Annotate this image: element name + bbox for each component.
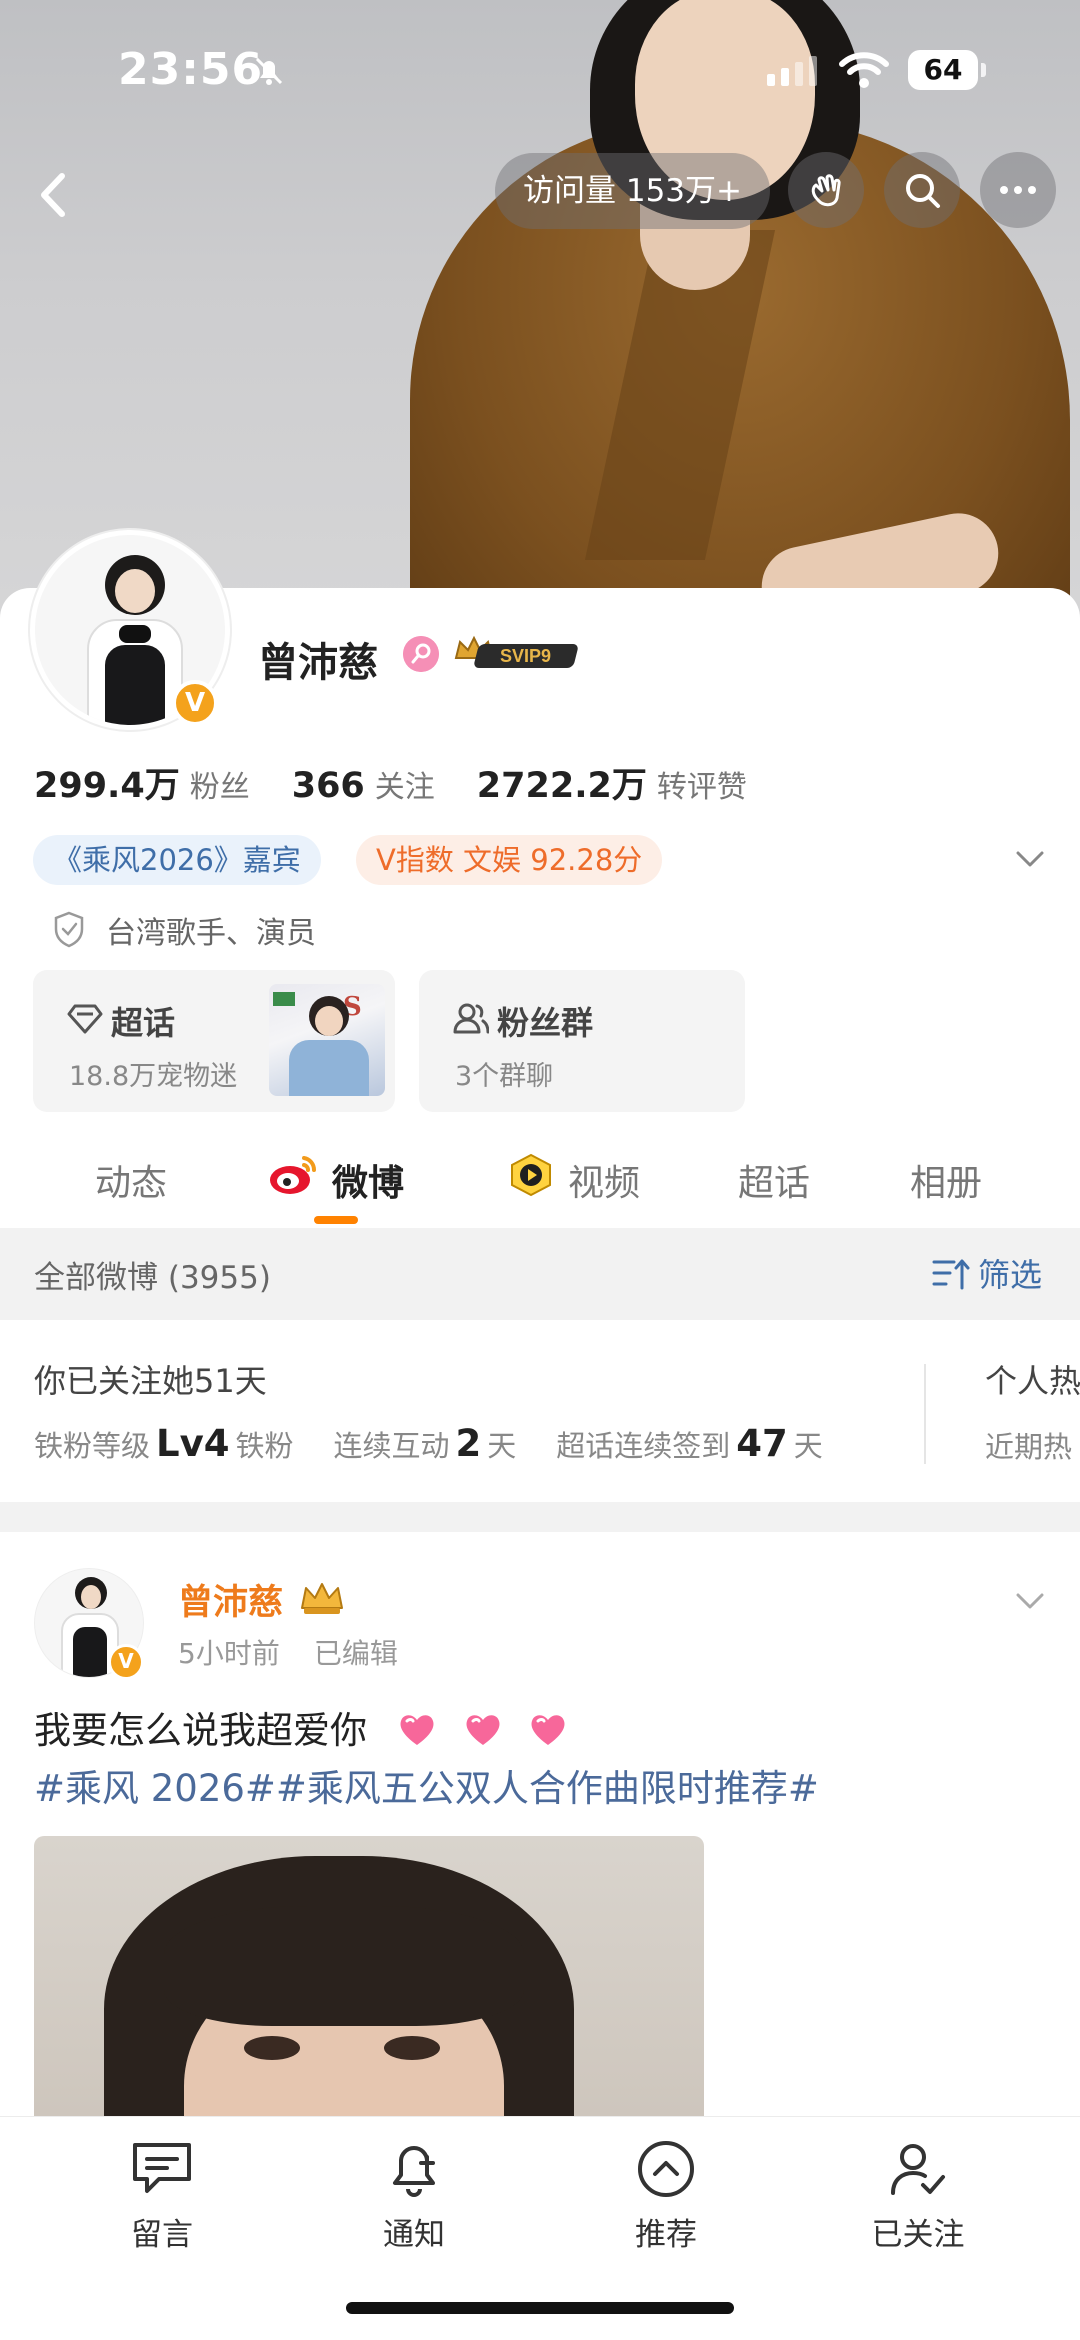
filter-bar: 全部微博 (3955) 筛选 [0, 1228, 1080, 1320]
status-time: 23:56 [118, 44, 264, 95]
tab-weibo[interactable]: 微博 [332, 1154, 404, 1206]
post-text: 我要怎么说我超爱你 [34, 1700, 582, 1754]
more-dots-icon [1000, 186, 1036, 194]
diamond-icon [67, 1004, 103, 1034]
tab-dynamics[interactable]: 动态 [95, 1154, 167, 1206]
interactions-label: 转评赞 [656, 770, 747, 805]
post-verified-badge-icon: V [108, 1644, 144, 1680]
post-meta: 5小时前 已编辑 [178, 1632, 398, 1672]
bell-off-icon [255, 57, 283, 85]
followers-label[interactable]: 粉丝 [190, 762, 250, 806]
wave-hand-icon [811, 174, 841, 207]
heart-icon [400, 1715, 434, 1745]
interact-label: 连续互动 [333, 1429, 450, 1463]
profile-tabs: 动态 微博 视频 超话 相册 [0, 1138, 1080, 1228]
tab-album[interactable]: 相册 [910, 1154, 982, 1206]
battery-indicator: 64 [908, 50, 986, 90]
following-count[interactable]: 366 [292, 766, 365, 806]
chevron-down-icon[interactable] [1012, 1588, 1048, 1614]
post-topics[interactable]: #乘风 2026##乘风五公双人合作曲限时推荐# [34, 1758, 819, 1812]
v-index-tag[interactable]: V指数 文娱 92.28分 [356, 835, 663, 885]
chevron-down-icon[interactable] [1012, 846, 1048, 872]
heart-icon [466, 1715, 500, 1745]
home-indicator[interactable] [346, 2302, 734, 2314]
post-body: 我要怎么说我超爱你 [34, 1709, 367, 1752]
section-gap [0, 1502, 1080, 1532]
message-button[interactable]: 留言 [82, 2139, 242, 2254]
followed-button[interactable]: 已关注 [838, 2139, 998, 2254]
personal-hot-title[interactable]: 个人热 [985, 1356, 1080, 1402]
weibo-logo-icon [270, 1156, 317, 1194]
group-icon [453, 1003, 489, 1034]
post-edited: 已编辑 [313, 1637, 398, 1670]
tab-super-topic[interactable]: 超话 [738, 1154, 810, 1206]
fan-level-label: 铁粉等级 [34, 1429, 151, 1463]
checkin-label: 超话连续签到 [556, 1429, 731, 1463]
guest-tag[interactable]: 《乘风2026》嘉宾 [33, 835, 321, 885]
chevron-up-circle-icon [638, 2141, 694, 2197]
female-gender-icon [403, 636, 439, 672]
super-topic-thumbnail: S [269, 984, 385, 1096]
fan-relationship-panel[interactable]: 你已关注她51天 铁粉等级 Lv4 铁粉 连续互动 2 天超话连续签到 47 天 个人热 近期… [0, 1320, 1080, 1502]
super-topic-subtitle: 18.8万宠物迷 [69, 1061, 238, 1092]
wifi-icon [839, 52, 889, 88]
message-label: 留言 [131, 2217, 193, 2253]
checkin-unit: 天 [793, 1429, 823, 1463]
followed-label: 已关注 [871, 2217, 965, 2253]
fan-group-title: 粉丝群 [497, 1004, 594, 1042]
interact-value: 2 [455, 1422, 482, 1465]
notify-label: 通知 [383, 2217, 445, 2253]
fan-group-subtitle: 3个群聊 [455, 1061, 554, 1092]
verified-badge-icon: V [172, 680, 218, 726]
filter-button[interactable]: 筛选 [978, 1250, 1042, 1296]
recommend-button[interactable]: 推荐 [586, 2139, 746, 2254]
interact-unit: 天 [487, 1429, 517, 1463]
profile-stats: 299.4万 粉丝 366 关注 2722.2万 转评赞 [34, 757, 789, 807]
feed-post[interactable]: V 曾沛慈 5小时前 已编辑 我要怎么说我超爱你 #乘风 2026##乘风五公双人… [0, 1532, 1080, 2236]
post-author[interactable]: 曾沛慈 [178, 1574, 283, 1625]
fan-level-suffix: 铁粉 [235, 1429, 294, 1463]
signal-icon [767, 56, 817, 86]
checkin-value: 47 [736, 1422, 788, 1465]
super-topic-card[interactable]: 超话 18.8万宠物迷 S [33, 970, 395, 1112]
verification-text: 台湾歌手、演员 [106, 916, 316, 951]
recommend-label: 推荐 [635, 2217, 697, 2253]
search-icon [906, 174, 940, 208]
super-topic-title: 超话 [111, 1004, 176, 1042]
bell-plus-icon [393, 2146, 435, 2197]
back-arrow-icon[interactable] [20, 160, 90, 230]
svip-label: SVIP9 [500, 646, 551, 666]
visit-count-pill[interactable]: 访问量 153万+ [495, 153, 770, 229]
recent-hot-subtitle: 近期热 [985, 1430, 1073, 1464]
status-bar: 23:56 64 [0, 0, 1080, 150]
heart-icon [531, 1715, 565, 1745]
search-button[interactable] [884, 152, 960, 228]
fan-group-card[interactable]: 粉丝群 3个群聊 [419, 970, 745, 1112]
follow-days-text: 你已关注她51天 [34, 1362, 267, 1400]
filter-icon [932, 1259, 970, 1290]
profile-name: 曾沛慈 [258, 640, 378, 686]
user-check-icon [891, 2144, 945, 2195]
crown-icon [301, 1583, 343, 1614]
notify-button[interactable]: 通知 [334, 2139, 494, 2254]
post-time: 5小时前 [178, 1637, 280, 1670]
post-count-label[interactable]: 全部微博 (3955) [34, 1252, 271, 1297]
tab-video[interactable]: 视频 [568, 1154, 640, 1206]
svip-badge[interactable]: SVIP9 [452, 632, 588, 672]
divider [924, 1364, 926, 1464]
interactions-count: 2722.2万 [476, 766, 647, 806]
fan-stats-row: 铁粉等级 Lv4 铁粉 连续互动 2 天超话连续签到 47 天 [34, 1422, 823, 1465]
shield-check-icon [54, 911, 84, 948]
heart-emojis [397, 1709, 583, 1752]
following-label[interactable]: 关注 [375, 762, 435, 806]
followers-count[interactable]: 299.4万 [34, 757, 180, 808]
message-icon [133, 2143, 191, 2193]
fan-level-value: Lv4 [156, 1422, 230, 1465]
video-play-icon [511, 1153, 551, 1197]
wave-hand-button[interactable] [788, 152, 864, 228]
more-button[interactable] [980, 152, 1056, 228]
active-tab-indicator [314, 1216, 358, 1224]
